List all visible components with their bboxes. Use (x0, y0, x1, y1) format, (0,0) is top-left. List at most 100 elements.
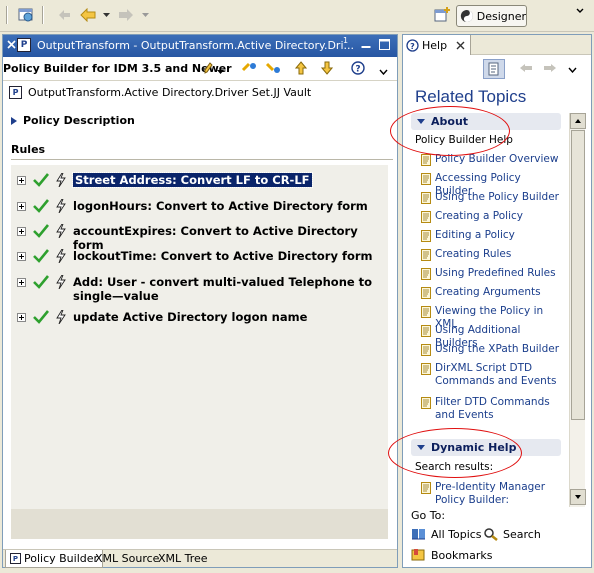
policy-description-toggle[interactable]: Policy Description (11, 114, 135, 127)
help-topic-icon (421, 344, 431, 356)
minimize-icon[interactable] (361, 40, 371, 53)
rule-row[interactable]: Street Address: Convert LF to CR-LF (11, 172, 388, 188)
rules-label: Rules (11, 143, 46, 156)
chevron-down-icon[interactable] (379, 65, 388, 78)
policy-file-icon: P (9, 86, 22, 99)
book-icon (412, 529, 425, 540)
help-topic-icon (421, 397, 431, 409)
chevron-down-icon (417, 444, 425, 450)
chevron-down-icon[interactable] (568, 63, 577, 76)
help-topic-link[interactable]: DirXML Script DTD Commands and Events (421, 362, 561, 388)
tab-xml-tree[interactable]: XML Tree (154, 550, 212, 568)
back-edit-location-icon[interactable] (55, 6, 73, 24)
forward-arrow-icon[interactable] (543, 63, 557, 76)
about-header-label: About (431, 115, 469, 128)
scrollbar-thumb[interactable] (571, 130, 585, 420)
help-topic-link[interactable]: Using Predefined Rules (421, 267, 561, 280)
help-topic-link[interactable]: Creating a Policy (421, 210, 561, 223)
rule-row[interactable]: update Active Directory logon name (11, 310, 388, 324)
rule-icon (56, 173, 66, 187)
pencil-icon[interactable] (203, 62, 213, 77)
tab-label: XML Tree (158, 552, 208, 565)
dynamic-help-section-header[interactable]: Dynamic Help (411, 439, 561, 456)
help-tab-label: Help (422, 38, 448, 52)
chevron-down-icon[interactable] (217, 65, 224, 78)
rule-row[interactable]: logonHours: Convert to Active Directory … (11, 199, 388, 213)
expand-icon[interactable] (17, 278, 26, 287)
search-link[interactable]: Search (483, 527, 541, 541)
search-icon (484, 528, 498, 541)
svg-text:?: ? (410, 42, 415, 51)
rule-icon (56, 224, 66, 238)
help-topic-label: Using Predefined Rules (435, 267, 556, 279)
expand-icon[interactable] (17, 227, 26, 236)
scroll-down-button[interactable] (570, 489, 586, 505)
show-in-contents-icon[interactable] (483, 59, 505, 79)
editor-tab[interactable]: P OutputTransform - OutputTransform.Acti… (3, 35, 397, 57)
help-topic-link[interactable]: Using the Policy Builder (421, 191, 561, 204)
vault-path: P OutputTransform.Active Directory.Drive… (9, 86, 311, 99)
help-topic-link[interactable]: Filter DTD Commands and Events (421, 396, 561, 422)
expand-icon[interactable] (17, 313, 26, 322)
help-topic-link[interactable]: Creating Rules (421, 248, 561, 261)
rule-row[interactable]: lockoutTime: Convert to Active Directory… (11, 249, 388, 263)
move-down-icon[interactable] (320, 61, 334, 78)
web-browser-icon[interactable] (17, 6, 35, 24)
help-topic-link[interactable]: Creating Arguments (421, 286, 561, 299)
tab-policy-builder[interactable]: P Policy Builder (5, 550, 104, 568)
help-topic-link[interactable]: Policy Builder Overview (421, 153, 561, 166)
editor-title: Policy Builder for IDM 3.5 and Newer (3, 62, 232, 75)
about-section-header[interactable]: About (411, 113, 561, 130)
forward-arrow-icon[interactable] (117, 6, 135, 24)
help-topic-icon (421, 306, 431, 318)
enabled-check-icon[interactable] (33, 249, 49, 263)
help-topic-link[interactable]: Editing a Policy (421, 229, 561, 242)
all-topics-link[interactable]: All Topics (411, 527, 482, 541)
scroll-up-button[interactable] (570, 113, 586, 129)
toolbar-chevron-icon[interactable] (574, 2, 586, 20)
tab-overflow-badge[interactable]: 1 (343, 36, 348, 45)
help-topics-scroll: About Policy Builder Help Policy Builder… (407, 109, 569, 507)
bookmarks-link[interactable]: Bookmarks (411, 548, 492, 562)
new-rule-icon[interactable] (241, 61, 257, 78)
rule-wizard-icon[interactable] (265, 61, 281, 78)
help-icon[interactable]: ? (351, 61, 365, 78)
chevron-down-icon[interactable] (136, 6, 154, 24)
enabled-check-icon[interactable] (33, 310, 49, 324)
toolbar-separator (42, 6, 44, 24)
close-icon[interactable] (7, 39, 16, 52)
designer-perspective-button[interactable]: Designer (456, 5, 527, 27)
help-topic-link[interactable]: Using the XPath Builder (421, 343, 561, 356)
close-icon[interactable] (456, 41, 465, 50)
rule-name: lockoutTime: Convert to Active Directory… (73, 249, 373, 263)
rule-name: update Active Directory logon name (73, 310, 308, 324)
help-topic-icon (421, 325, 431, 337)
back-arrow-icon[interactable] (519, 63, 533, 76)
help-scrollbar[interactable] (569, 113, 586, 507)
search-result-link[interactable]: Pre-Identity Manager Policy Builder: Ove… (421, 481, 561, 507)
maximize-icon[interactable] (379, 39, 390, 53)
tab-xml-source[interactable]: XML Source (91, 550, 163, 568)
enabled-check-icon[interactable] (33, 275, 49, 289)
expand-icon[interactable] (17, 176, 26, 185)
toolbar-separator (6, 6, 8, 24)
enabled-check-icon[interactable] (33, 173, 49, 187)
editor-header: Policy Builder for IDM 3.5 and Newer ? (3, 57, 397, 81)
bookmarks-label: Bookmarks (431, 548, 493, 562)
enabled-check-icon[interactable] (33, 224, 49, 238)
rule-row[interactable]: accountExpires: Convert to Active Direct… (11, 224, 388, 252)
about-subtitle: Policy Builder Help (415, 134, 513, 146)
designer-icon (460, 9, 473, 23)
expand-icon[interactable] (17, 252, 26, 261)
move-up-icon[interactable] (294, 61, 308, 78)
expand-icon[interactable] (17, 202, 26, 211)
open-perspective-icon[interactable] (433, 6, 451, 24)
help-tabbar: ? Help (403, 35, 591, 55)
back-arrow-icon[interactable] (79, 6, 97, 24)
help-topic-label: Policy Builder Overview (435, 153, 559, 165)
chevron-down-icon[interactable] (97, 6, 115, 24)
enabled-check-icon[interactable] (33, 199, 49, 213)
help-topic-label: Editing a Policy (435, 229, 515, 241)
tab-help[interactable]: ? Help (403, 35, 471, 55)
rule-row[interactable]: Add: User - convert multi-valued Telepho… (11, 275, 388, 303)
